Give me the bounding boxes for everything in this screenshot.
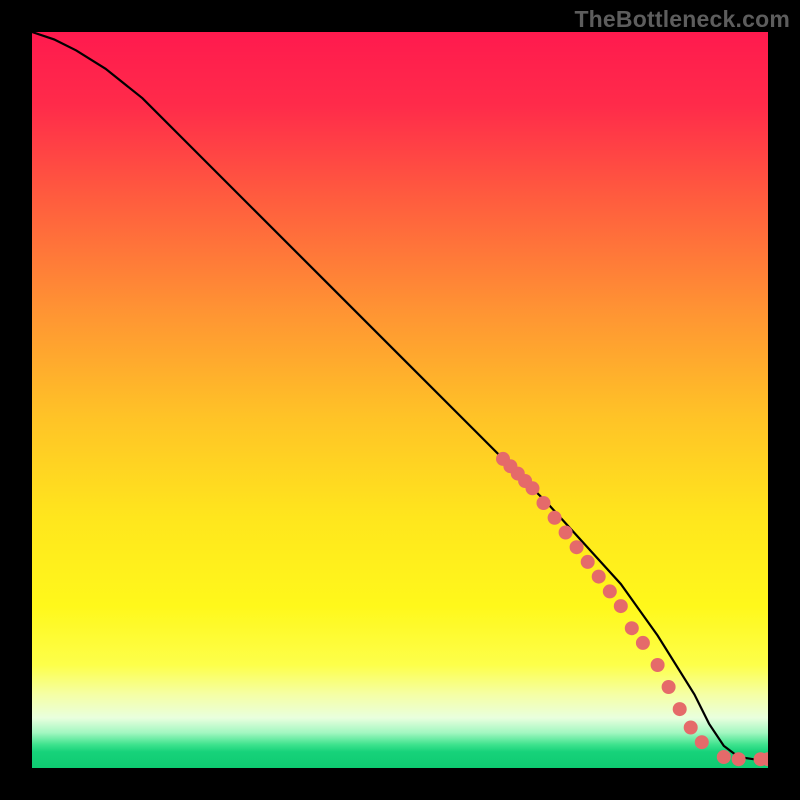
chart-frame [32, 32, 768, 768]
watermark-text: TheBottleneck.com [574, 6, 790, 33]
chart-background [32, 32, 768, 768]
